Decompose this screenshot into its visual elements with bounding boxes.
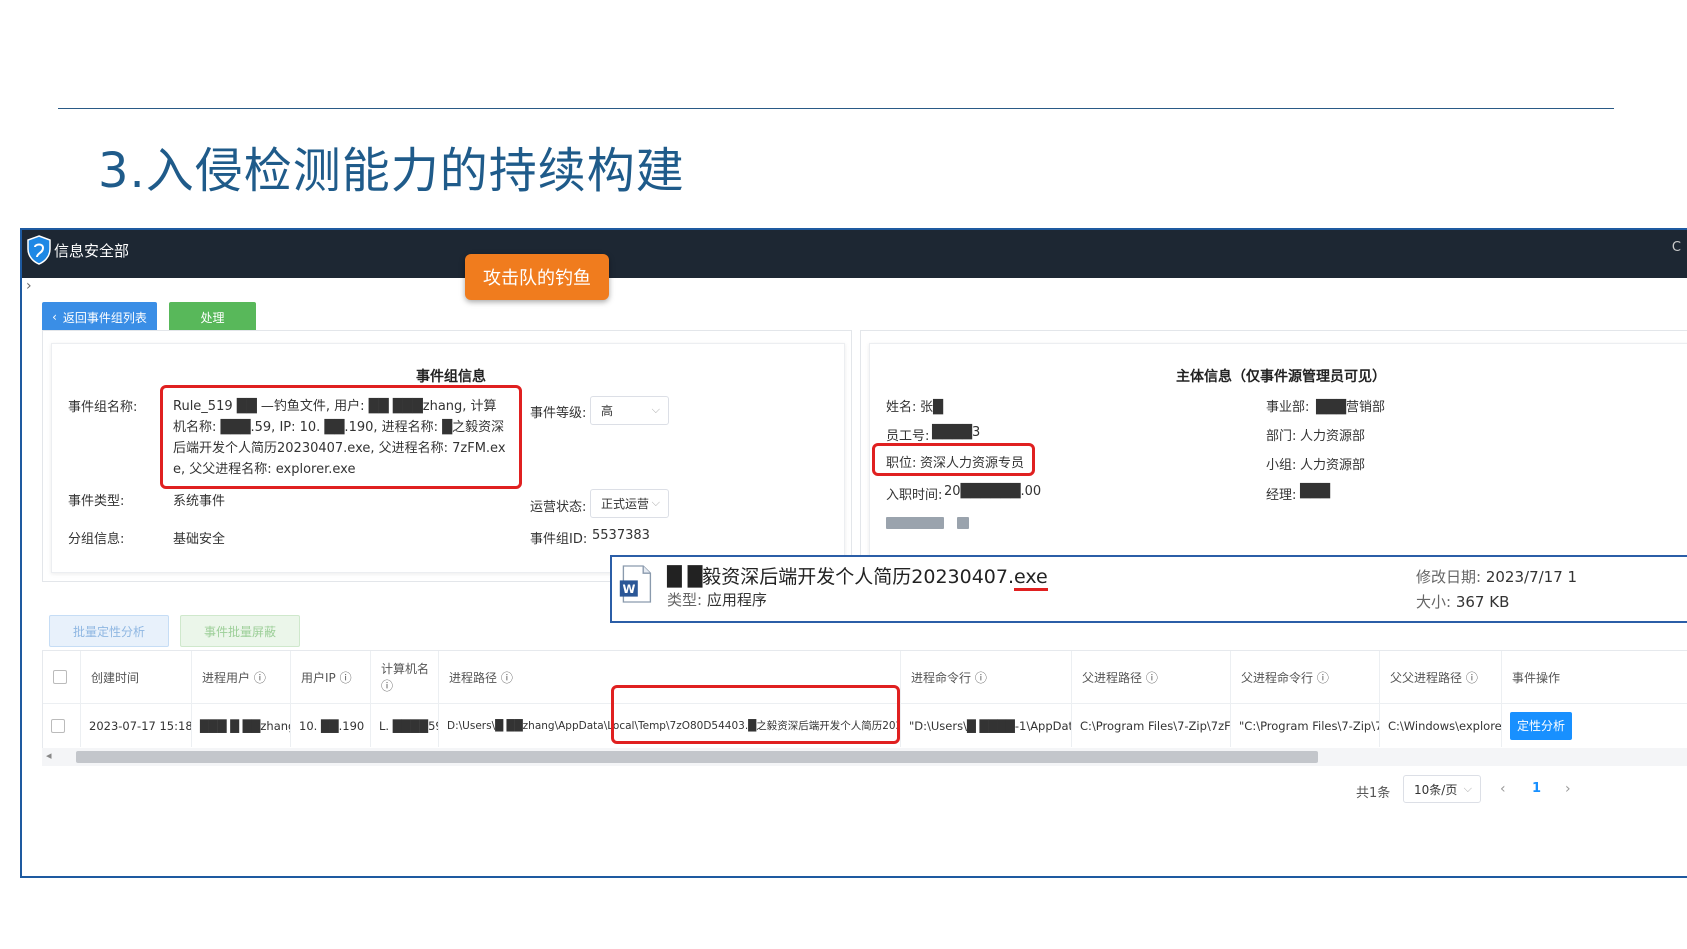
batch-analysis-button[interactable]: 批量定性分析 [49, 615, 169, 647]
subject-card: 主体信息（仅事件源管理员可见） 姓名: 张█ 事业部: ███营销部 员工号: … [869, 343, 1687, 573]
header-user-icon[interactable]: C [1672, 240, 1681, 255]
shield-logo-icon [27, 235, 51, 265]
next-page-icon[interactable]: › [1565, 781, 1571, 797]
app-title: 信息安全部 [54, 242, 130, 260]
file-name: █ █毅资深后端开发个人简历20230407.exe [667, 562, 1048, 591]
chevron-down-icon: ⌵ [651, 403, 660, 416]
page-title: 3.入侵检测能力的持续构建 [98, 143, 685, 199]
level-label: 事件等级: [530, 406, 587, 421]
cell-created-time: 2023-07-17 15:18:51 [81, 703, 192, 747]
team-value: 人力资源部 [1300, 458, 1366, 473]
column-header: 事件操作 [1512, 670, 1561, 685]
ops-status-select[interactable]: 正式运营 ⌵ [590, 489, 669, 518]
pager-total: 共1条 [1356, 786, 1391, 801]
cell-grandparent-path: C:\Windows\explorer.exe [1380, 703, 1502, 747]
app-screenshot: 信息安全部 C › ‹ 返回事件组列表 处理 事件组信息 事件组名称: Rule… [20, 228, 1687, 878]
manager-value: ███ [1300, 484, 1330, 499]
department-value: 人力资源部 [1300, 429, 1366, 444]
event-group-title: 事件组信息 [416, 369, 486, 385]
column-header[interactable]: 计算机名 ⓘ [371, 651, 439, 703]
redacted-field [886, 512, 970, 531]
employee-id-label: 员工号: [886, 429, 930, 444]
select-all-cell [43, 651, 81, 703]
attack-callout: 攻击队的钓鱼 [465, 254, 609, 300]
team-label: 小组: [1266, 458, 1297, 473]
column-header[interactable]: 父进程路径 ⓘ [1072, 651, 1231, 703]
manager-label: 经理: [1266, 488, 1297, 503]
file-type: 类型: 应用程序 [667, 591, 767, 609]
column-header[interactable]: 父父进程路径 ⓘ [1380, 651, 1502, 703]
prev-page-icon[interactable]: ‹ [1500, 781, 1506, 797]
subject-title: 主体信息（仅事件源管理员可见） [1176, 369, 1386, 385]
select-all-checkbox[interactable] [53, 670, 67, 684]
column-header[interactable]: 进程用户 ⓘ [192, 651, 291, 703]
sidebar-toggle-icon[interactable]: › [26, 278, 32, 294]
analyze-button[interactable]: 定性分析 [1510, 711, 1572, 740]
title-divider [58, 108, 1614, 109]
chevron-down-icon: ⌵ [1463, 782, 1472, 795]
column-header[interactable]: 创建时间 [81, 651, 192, 703]
scroll-left-icon[interactable]: ◂ [46, 749, 52, 762]
chevron-down-icon: ⌵ [651, 496, 660, 509]
page-size-select[interactable]: 10条/页 ⌵ [1403, 775, 1481, 803]
cell-hostname: L. ████59 [371, 703, 439, 747]
group-info-label: 分组信息: [68, 532, 125, 547]
business-unit-label: 事业部: [1266, 400, 1310, 415]
process-path-highlight [611, 685, 900, 744]
group-id-label: 事件组ID: [530, 532, 588, 547]
department-label: 部门: [1266, 429, 1297, 444]
back-to-list-button[interactable]: ‹ 返回事件组列表 [42, 302, 157, 332]
name-label: 姓名: [886, 400, 917, 415]
cell-user-ip: 10. ██.190 [291, 703, 371, 747]
cell-process-user: ███ █ ██zhang [192, 703, 291, 747]
event-group-card: 事件组信息 事件组名称: Rule_519 ██ —钓鱼文件, 用户: ██ █… [51, 343, 845, 573]
subject-panel: 主体信息（仅事件源管理员可见） 姓名: 张█ 事业部: ███营销部 员工号: … [860, 330, 1687, 582]
file-size: 大小: 367 KB [1416, 593, 1510, 611]
level-select[interactable]: 高 ⌵ [590, 396, 669, 425]
event-type-value: 系统事件 [173, 494, 226, 509]
cell-parent-path: C:\Program Files\7-Zip\7zFM.exe [1072, 703, 1231, 747]
cell-process-cmd: "D:\Users\█ ████-1\AppData\L... [901, 703, 1072, 747]
batch-mask-button[interactable]: 事件批量屏蔽 [180, 615, 300, 647]
svg-text:W: W [623, 582, 636, 596]
row-checkbox[interactable] [51, 718, 65, 733]
column-header[interactable]: 父进程命令行 ⓘ [1231, 651, 1380, 703]
name-value: 张█ [920, 400, 943, 415]
scroll-thumb[interactable] [76, 751, 1318, 763]
cell-event-ops: 定性分析 [1502, 703, 1687, 747]
page-number[interactable]: 1 [1532, 781, 1541, 796]
group-info-value: 基础安全 [173, 532, 226, 547]
position-value: 资深人力资源专员 [920, 456, 1025, 471]
event-type-label: 事件类型: [68, 494, 125, 509]
column-header[interactable]: 用户IP ⓘ [291, 651, 371, 703]
employee-id-value: ████3 [932, 425, 981, 440]
table-scrollbar[interactable]: ◂ [42, 748, 1687, 766]
file-info-overlay: W █ █毅资深后端开发个人简历20230407.exe 类型: 应用程序 修改… [610, 555, 1687, 623]
cell-parent-cmd: "C:\Program Files\7-Zip\7zF... [1231, 703, 1380, 747]
app-header: 信息安全部 C [22, 230, 1687, 278]
join-date-label: 入职时间: [886, 488, 943, 503]
file-extension: exe [1014, 566, 1048, 591]
position-label: 职位: [886, 456, 917, 471]
row-select-cell [43, 703, 81, 747]
event-group-panel: 事件组信息 事件组名称: Rule_519 ██ —钓鱼文件, 用户: ██ █… [42, 330, 852, 582]
business-unit-value: ███营销部 [1316, 400, 1385, 415]
chevron-left-icon: ‹ [52, 310, 57, 324]
column-header[interactable]: 进程命令行 ⓘ [901, 651, 1072, 703]
join-date-value: 20██████.00 [944, 484, 1042, 499]
handle-button[interactable]: 处理 [169, 302, 256, 332]
group-id-value: 5537383 [592, 528, 650, 543]
group-name-label: 事件组名称: [68, 400, 138, 415]
word-document-icon: W [619, 565, 652, 603]
group-name-value: Rule_519 ██ —钓鱼文件, 用户: ██ ███zhang, 计算机名… [173, 399, 506, 477]
file-modified: 修改日期: 2023/7/17 1 [1416, 568, 1578, 586]
ops-status-label: 运营状态: [530, 500, 587, 515]
